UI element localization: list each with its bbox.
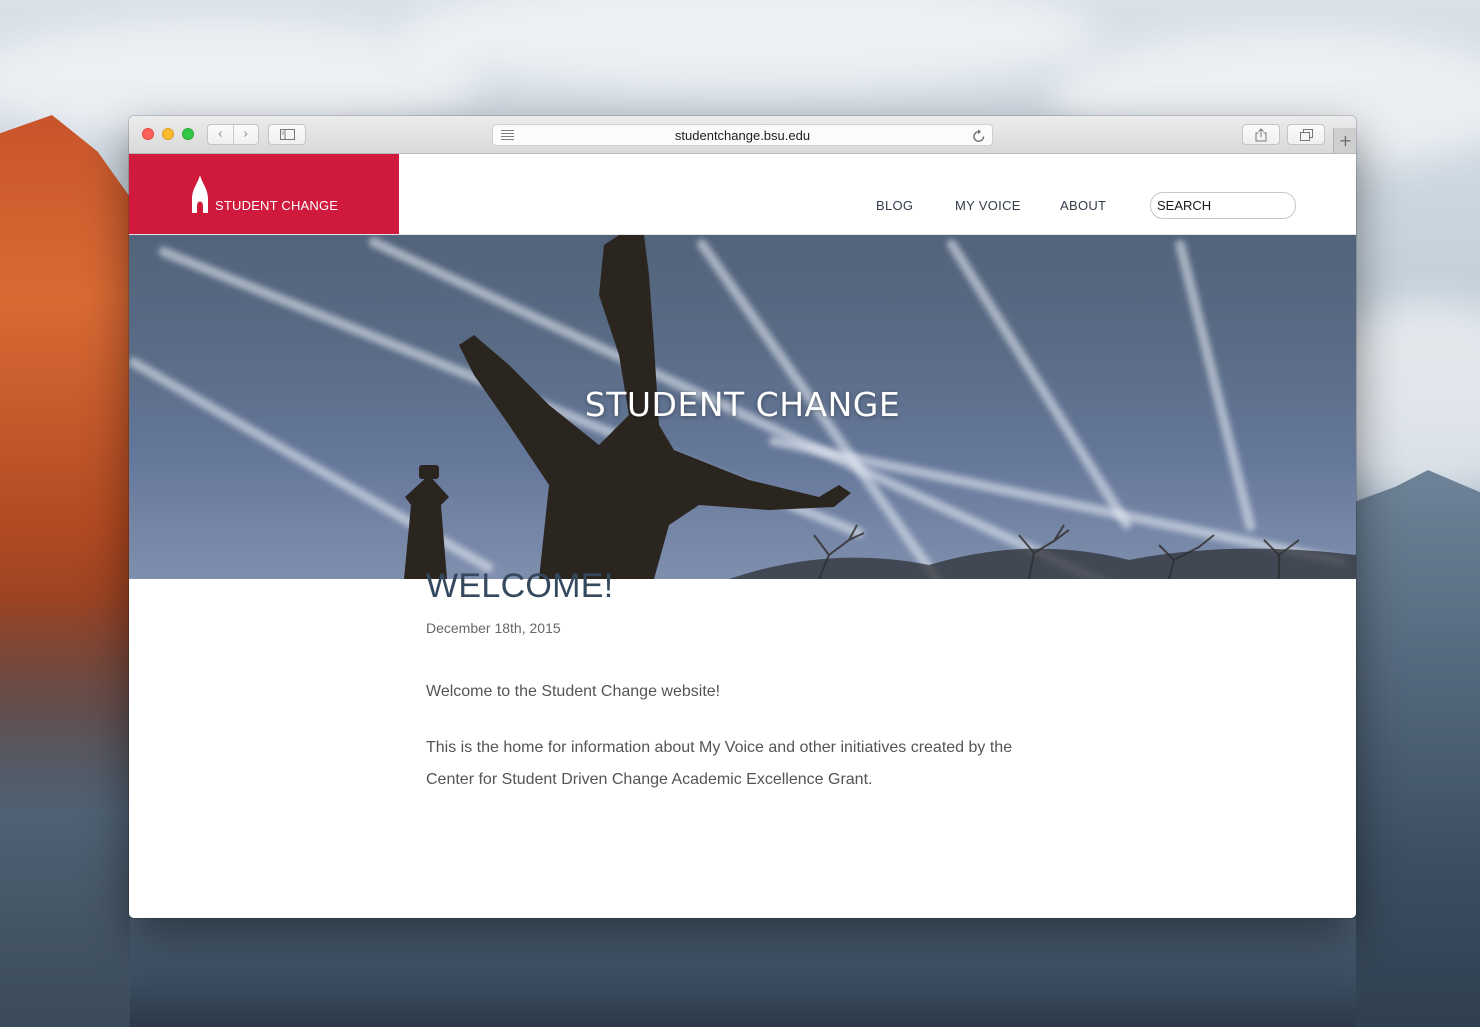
close-dot-icon[interactable] xyxy=(142,128,154,140)
browser-window: ‹ › studentchange.bsu.edu + STUDENT CHAN… xyxy=(129,116,1356,918)
minimize-dot-icon[interactable] xyxy=(162,128,174,140)
nav-link-blog[interactable]: BLOG xyxy=(876,198,913,213)
mountain-right xyxy=(1350,470,1480,1027)
back-button[interactable]: ‹ xyxy=(208,125,234,144)
flame-logo-icon xyxy=(192,175,208,213)
cliff-shadow xyxy=(0,600,130,1027)
reader-icon[interactable] xyxy=(501,130,514,140)
site-brand-name: STUDENT CHANGE xyxy=(215,198,339,213)
address-bar[interactable]: studentchange.bsu.edu xyxy=(492,124,993,146)
post-paragraph: This is the home for information about M… xyxy=(426,739,1013,788)
hero-title: STUDENT CHANGE xyxy=(584,385,901,424)
url-text: studentchange.bsu.edu xyxy=(674,127,811,143)
site-logo[interactable]: STUDENT CHANGE xyxy=(129,154,399,234)
desktop: ‹ › studentchange.bsu.edu + STUDENT CHAN… xyxy=(0,0,1480,1027)
new-tab-button[interactable]: + xyxy=(1333,128,1356,153)
site-header: STUDENT CHANGE BLOG MY VOICE ABOUT xyxy=(129,154,1356,235)
nav-link-about[interactable]: ABOUT xyxy=(1060,198,1106,213)
share-icon xyxy=(1255,127,1267,141)
history-nav: ‹ › xyxy=(207,124,259,145)
post-title: WELCOME! xyxy=(426,567,614,605)
tabs-overview-icon xyxy=(1299,128,1313,141)
forward-button[interactable]: › xyxy=(234,125,259,144)
web-page: STUDENT CHANGE BLOG MY VOICE ABOUT SEARC… xyxy=(129,154,1356,918)
sidebar-button[interactable] xyxy=(268,124,306,145)
maximize-dot-icon[interactable] xyxy=(182,128,194,140)
post: WELCOME! December 18th, 2015 Welcome to … xyxy=(426,567,1066,796)
reload-icon[interactable] xyxy=(972,128,986,144)
sidebar-icon xyxy=(279,129,295,140)
nav-link-my-voice[interactable]: MY VOICE xyxy=(955,198,1021,213)
tabs-overview-button[interactable] xyxy=(1287,124,1325,145)
cloud xyxy=(400,0,1100,90)
browser-toolbar: ‹ › studentchange.bsu.edu + xyxy=(129,116,1356,154)
post-paragraph: Welcome to the Student Change website! xyxy=(426,683,721,700)
search-input[interactable] xyxy=(1150,192,1296,219)
valley xyxy=(130,918,1356,1027)
share-button[interactable] xyxy=(1242,124,1280,145)
hero-banner: STUDENT CHANGE xyxy=(129,235,1356,579)
post-date: December 18th, 2015 xyxy=(426,620,561,636)
